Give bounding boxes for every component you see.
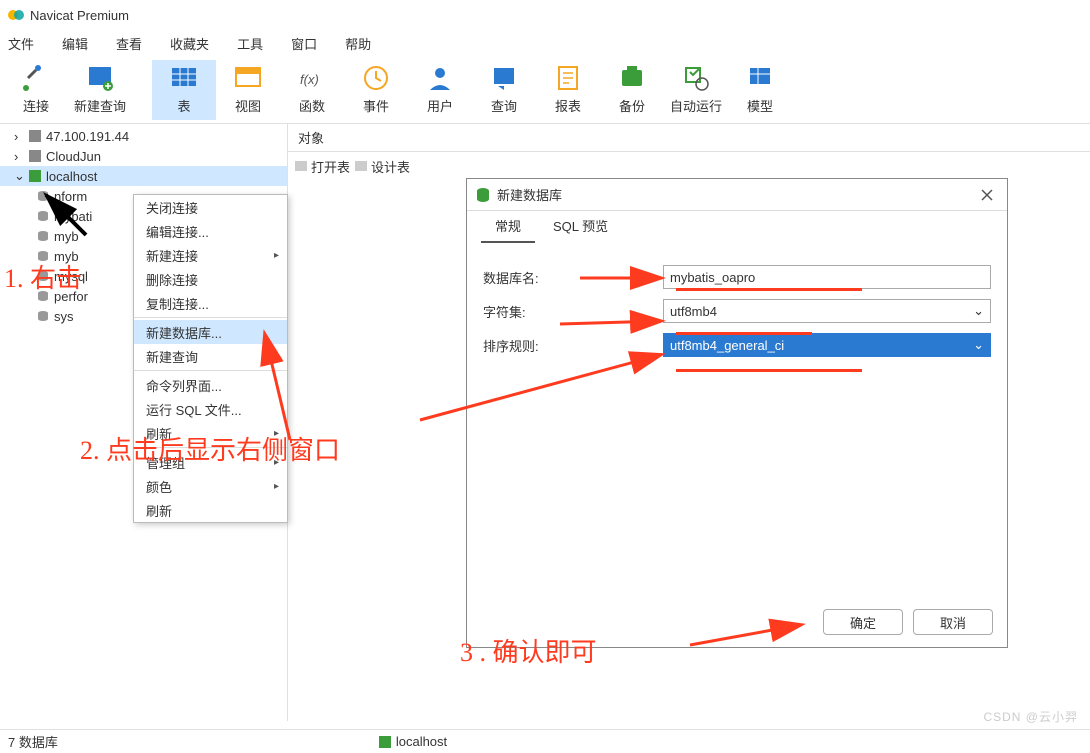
toolbar-backup[interactable]: 备份 bbox=[600, 60, 664, 120]
app-title: Navicat Premium bbox=[30, 8, 129, 23]
ctx-item[interactable]: 新建连接 bbox=[134, 243, 287, 267]
tree-item[interactable]: ›47.100.191.44 bbox=[0, 126, 287, 146]
ctx-item[interactable]: 命令列界面... bbox=[134, 373, 287, 397]
design-table-btn[interactable]: 设计表 bbox=[354, 157, 410, 176]
titlebar: Navicat Premium bbox=[0, 0, 1090, 30]
ctx-item[interactable]: 编辑连接... bbox=[134, 219, 287, 243]
toolbar-query[interactable]: 查询 bbox=[472, 60, 536, 120]
toolbar-report[interactable]: 报表 bbox=[536, 60, 600, 120]
collation-select[interactable]: utf8mb4_general_ci⌄ bbox=[663, 333, 991, 357]
toolbar-fx[interactable]: f(x)函数 bbox=[280, 60, 344, 120]
tab-general[interactable]: 常规 bbox=[481, 210, 535, 243]
dialog-titlebar: 新建数据库 bbox=[467, 179, 1007, 211]
ctx-item[interactable]: 新建数据库... bbox=[134, 320, 287, 344]
chevron-down-icon: ⌄ bbox=[973, 303, 984, 319]
object-tab-bar: 对象 bbox=[288, 124, 1090, 152]
menu-file[interactable]: 文件 bbox=[8, 34, 34, 53]
statusbar: 7 数据库 localhost bbox=[0, 729, 1090, 753]
dialog-body: 数据库名: 字符集: utf8mb4⌄ 排序规则: utf8mb4_genera… bbox=[467, 243, 1007, 381]
ctx-item[interactable]: 复制连接... bbox=[134, 291, 287, 315]
sub-toolbar: 打开表 设计表 bbox=[288, 152, 1090, 180]
toolbar-view[interactable]: 视图 bbox=[216, 60, 280, 120]
menubar: 文件 编辑 查看 收藏夹 工具 窗口 帮助 bbox=[0, 30, 1090, 56]
dbname-input[interactable] bbox=[663, 265, 991, 289]
menu-view[interactable]: 查看 bbox=[116, 34, 142, 53]
redline-collation bbox=[676, 369, 862, 372]
tree-item[interactable]: ›CloudJun bbox=[0, 146, 287, 166]
tree-item[interactable]: ⌄localhost bbox=[0, 166, 287, 186]
watermark: CSDN @云小羿 bbox=[983, 708, 1078, 725]
status-connection: localhost bbox=[378, 734, 447, 749]
ctx-item[interactable]: 新建查询 bbox=[134, 344, 287, 368]
object-tab[interactable]: 对象 bbox=[298, 128, 324, 147]
toolbar-plug[interactable]: 连接 bbox=[4, 60, 68, 120]
chevron-down-icon: ⌄ bbox=[973, 337, 984, 353]
toolbar-auto[interactable]: 自动运行 bbox=[664, 60, 728, 120]
toolbar-newq[interactable]: 新建查询 bbox=[68, 60, 132, 120]
redline-charset bbox=[676, 332, 812, 335]
connection-icon bbox=[378, 735, 392, 749]
cancel-button[interactable]: 取消 bbox=[913, 609, 993, 635]
dialog-buttons: 确定 取消 bbox=[823, 609, 993, 635]
new-database-dialog: 新建数据库 常规 SQL 预览 数据库名: 字符集: utf8mb4⌄ 排序规则… bbox=[466, 178, 1008, 648]
dialog-tabs: 常规 SQL 预览 bbox=[467, 211, 1007, 243]
svg-text:f(x): f(x) bbox=[300, 72, 319, 87]
ctx-item[interactable]: 关闭连接 bbox=[134, 195, 287, 219]
database-icon bbox=[475, 187, 491, 203]
ctx-item[interactable]: 运行 SQL 文件... bbox=[134, 397, 287, 421]
menu-tools[interactable]: 工具 bbox=[237, 34, 263, 53]
redline-dbname bbox=[676, 288, 862, 291]
annotation-1: 1. 右击 bbox=[4, 258, 82, 295]
annotation-2: 2. 点击后显示右侧窗口 bbox=[80, 430, 340, 467]
ctx-item[interactable]: 刷新 bbox=[134, 498, 287, 522]
tab-sql-preview[interactable]: SQL 预览 bbox=[539, 210, 622, 243]
ctx-item[interactable]: 颜色 bbox=[134, 474, 287, 498]
app-logo-icon bbox=[8, 7, 24, 23]
toolbar: 连接新建查询表视图f(x)函数事件用户查询报表备份自动运行模型 bbox=[0, 56, 1090, 124]
ctx-item[interactable]: 删除连接 bbox=[134, 267, 287, 291]
context-menu: 关闭连接编辑连接...新建连接删除连接复制连接... 新建数据库...新建查询命令… bbox=[133, 194, 288, 523]
toolbar-table[interactable]: 表 bbox=[152, 60, 216, 120]
charset-label: 字符集: bbox=[483, 302, 663, 321]
menu-fav[interactable]: 收藏夹 bbox=[170, 34, 209, 53]
toolbar-model[interactable]: 模型 bbox=[728, 60, 792, 120]
charset-select[interactable]: utf8mb4⌄ bbox=[663, 299, 991, 323]
toolbar-event[interactable]: 事件 bbox=[344, 60, 408, 120]
menu-window[interactable]: 窗口 bbox=[291, 34, 317, 53]
collation-label: 排序规则: bbox=[483, 336, 663, 355]
toolbar-user[interactable]: 用户 bbox=[408, 60, 472, 120]
dialog-close-button[interactable] bbox=[975, 183, 999, 207]
dbname-label: 数据库名: bbox=[483, 268, 663, 287]
menu-help[interactable]: 帮助 bbox=[345, 34, 371, 53]
status-db-count: 7 数据库 bbox=[8, 732, 58, 751]
menu-edit[interactable]: 编辑 bbox=[62, 34, 88, 53]
dialog-title: 新建数据库 bbox=[497, 185, 562, 204]
open-table-btn[interactable]: 打开表 bbox=[294, 157, 350, 176]
annotation-3: 3 . 确认即可 bbox=[460, 632, 597, 669]
ok-button[interactable]: 确定 bbox=[823, 609, 903, 635]
